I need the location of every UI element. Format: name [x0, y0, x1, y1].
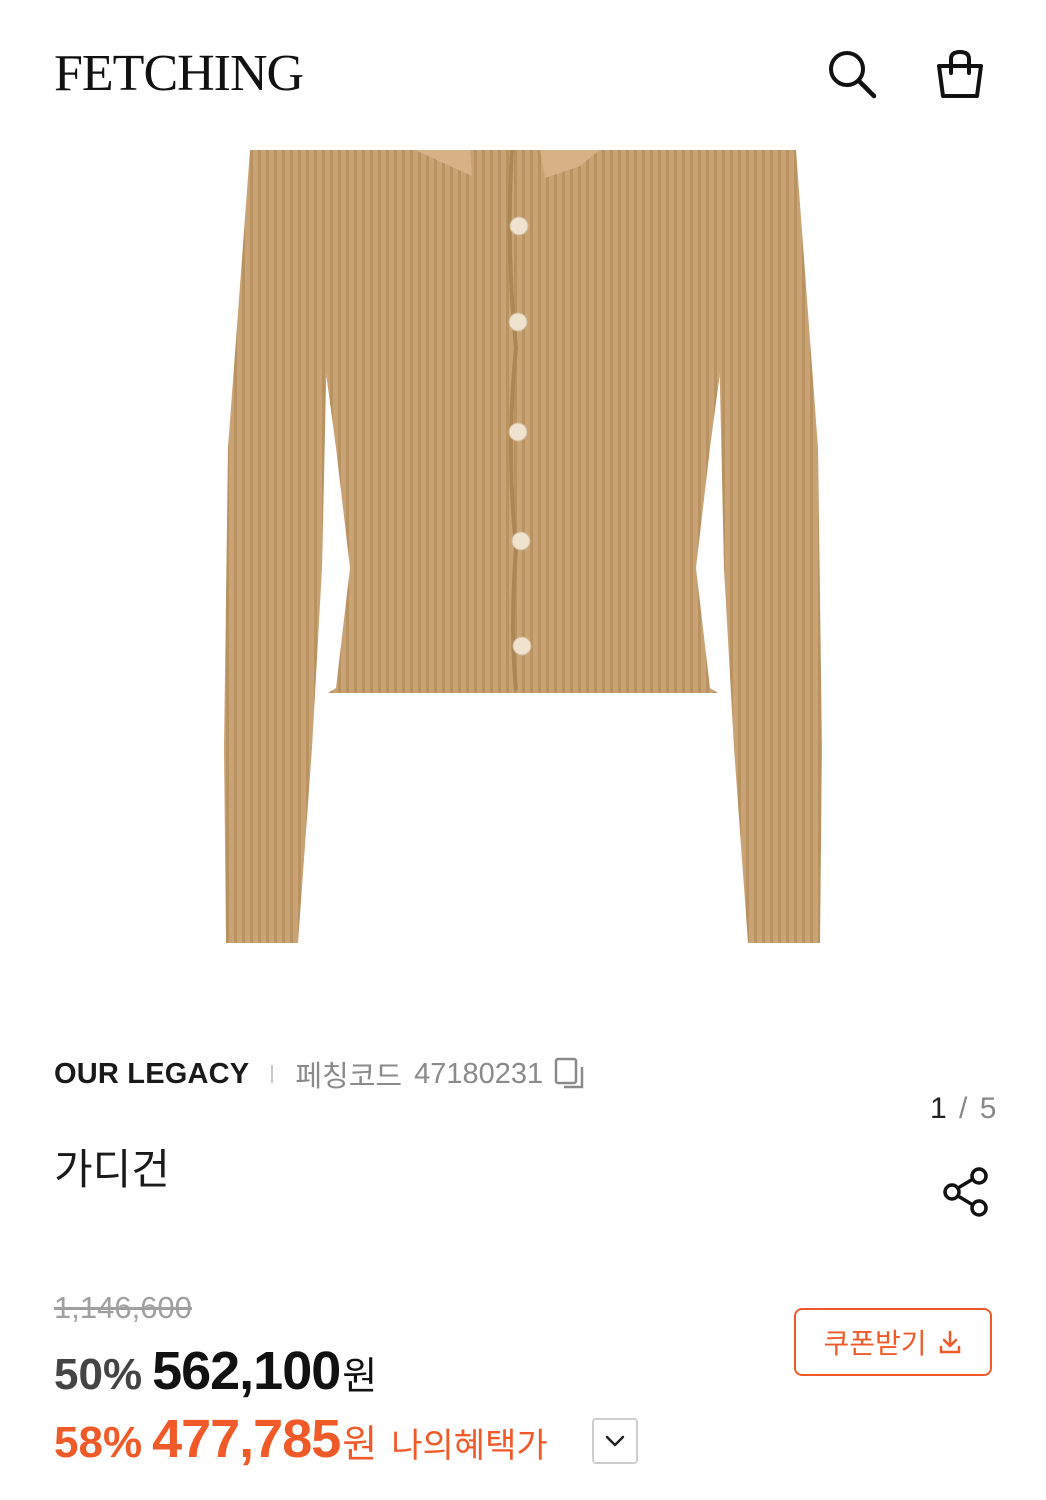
- total-image-count: 5: [979, 1092, 999, 1125]
- fetching-logo[interactable]: FETCHING: [54, 48, 304, 100]
- currency-unit: 원: [342, 1356, 378, 1398]
- get-coupon-button[interactable]: 쿠폰받기: [794, 1308, 992, 1376]
- search-icon: [829, 51, 877, 99]
- share-button[interactable]: [934, 1160, 998, 1224]
- download-icon: [937, 1329, 963, 1355]
- current-image-index: 1: [930, 1092, 949, 1125]
- copy-icon: [554, 1057, 584, 1089]
- image-pager: 1 / 5: [930, 1092, 998, 1126]
- sale-price-row: 50% 562,100 원: [54, 1340, 377, 1402]
- chevron-down-icon: [605, 1435, 625, 1447]
- product-meta-row: OUR LEGACY 페칭코드 47180231: [54, 1056, 587, 1093]
- coupon-button-label: 쿠폰받기: [823, 1328, 927, 1359]
- copy-code-button[interactable]: [553, 1056, 587, 1092]
- benefit-label: 나의혜택가: [391, 1427, 548, 1465]
- app-header: FETCHING: [0, 0, 1046, 148]
- benefit-price: 477,785: [152, 1409, 341, 1469]
- share-icon: [943, 1167, 988, 1217]
- shopping-bag-icon: [937, 49, 983, 98]
- product-image-gallery[interactable]: 1 / 5: [0, 148, 1046, 1125]
- benefit-details-toggle[interactable]: [592, 1418, 638, 1464]
- product-code-value: 47180231: [414, 1057, 544, 1090]
- discount-percent: 50%: [54, 1350, 143, 1399]
- product-name: 가디건: [54, 1146, 170, 1193]
- shopping-bag-button[interactable]: [928, 42, 992, 106]
- benefit-percent: 58%: [54, 1418, 143, 1467]
- product-image[interactable]: [210, 148, 836, 948]
- product-code-label: 페칭코드: [295, 1061, 403, 1093]
- benefit-currency-unit: 원: [342, 1424, 378, 1466]
- original-price: 1,146,600: [54, 1290, 192, 1325]
- search-button[interactable]: [820, 42, 884, 106]
- meta-divider: [271, 1065, 274, 1083]
- sale-price: 562,100: [152, 1341, 341, 1401]
- brand-name[interactable]: OUR LEGACY: [54, 1058, 249, 1091]
- pager-separator: /: [959, 1092, 970, 1125]
- benefit-price-row: 58% 477,785 원 나의혜택가: [54, 1408, 548, 1470]
